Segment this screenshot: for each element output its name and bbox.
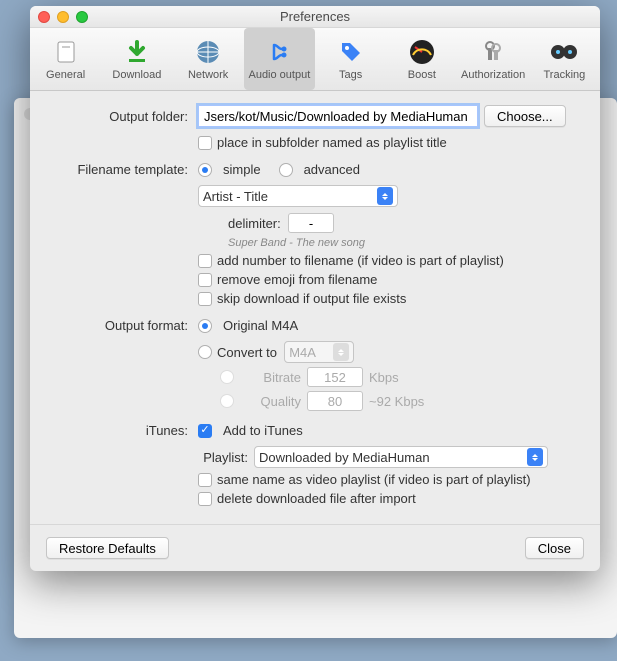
itunes-label: iTunes: xyxy=(48,423,198,438)
format-original-radio[interactable] xyxy=(198,319,212,333)
remove-emoji-label: remove emoji from filename xyxy=(217,272,377,287)
playlist-label: Playlist: xyxy=(198,450,248,465)
output-format-label: Output format: xyxy=(48,318,198,333)
template-example: Super Band - The new song xyxy=(228,237,365,249)
tab-tags[interactable]: Tags xyxy=(315,28,386,90)
general-icon xyxy=(51,37,81,67)
tab-authorization[interactable]: Authorization xyxy=(458,28,529,90)
playlist-value: Downloaded by MediaHuman xyxy=(259,450,521,465)
template-pattern-value: Artist - Title xyxy=(203,189,371,204)
authorization-icon xyxy=(478,37,508,67)
format-convert-label: Convert to xyxy=(217,345,277,360)
add-number-checkbox[interactable] xyxy=(198,254,212,268)
chevron-updown-icon xyxy=(333,343,349,361)
format-original-label: Original M4A xyxy=(223,318,298,333)
bitrate-label: Bitrate xyxy=(245,370,301,385)
window-title: Preferences xyxy=(30,9,600,24)
tab-general[interactable]: General xyxy=(30,28,101,90)
tab-label: Authorization xyxy=(461,69,525,81)
tab-network[interactable]: Network xyxy=(173,28,244,90)
delimiter-label: delimiter: xyxy=(228,216,281,231)
chevron-updown-icon xyxy=(527,448,543,466)
tab-download[interactable]: Download xyxy=(101,28,172,90)
remove-emoji-checkbox[interactable] xyxy=(198,273,212,287)
quality-est: ~92 Kbps xyxy=(369,394,424,409)
playlist-select[interactable]: Downloaded by MediaHuman xyxy=(254,446,548,468)
button-bar: Restore Defaults Close xyxy=(30,524,600,571)
template-advanced-label: advanced xyxy=(304,162,360,177)
add-number-label: add number to filename (if video is part… xyxy=(217,253,504,268)
tags-icon xyxy=(336,37,366,67)
boost-icon xyxy=(407,37,437,67)
chevron-updown-icon xyxy=(377,187,393,205)
minimize-window-button[interactable] xyxy=(57,11,69,23)
template-simple-radio[interactable] xyxy=(198,163,212,177)
add-to-itunes-checkbox[interactable] xyxy=(198,424,212,438)
delete-after-label: delete downloaded file after import xyxy=(217,491,416,506)
tab-boost[interactable]: Boost xyxy=(386,28,457,90)
convert-format-select[interactable]: M4A xyxy=(284,341,354,363)
tracking-icon xyxy=(549,37,579,67)
titlebar: Preferences xyxy=(30,6,600,28)
template-advanced-radio[interactable] xyxy=(279,163,293,177)
skip-exists-label: skip download if output file exists xyxy=(217,291,406,306)
close-window-button[interactable] xyxy=(38,11,50,23)
tab-label: Tags xyxy=(339,69,362,81)
bitrate-unit: Kbps xyxy=(369,370,399,385)
quality-radio[interactable] xyxy=(220,394,234,408)
zoom-window-button[interactable] xyxy=(76,11,88,23)
preferences-toolbar: General Download Network Audio output Ta… xyxy=(30,28,600,91)
template-simple-label: simple xyxy=(223,162,261,177)
audio-output-icon xyxy=(264,37,294,67)
quality-label: Quality xyxy=(245,394,301,409)
convert-format-value: M4A xyxy=(289,345,327,360)
delimiter-input[interactable] xyxy=(288,213,334,233)
tab-label: Audio output xyxy=(248,69,310,81)
restore-defaults-button[interactable]: Restore Defaults xyxy=(46,537,169,559)
tab-label: Download xyxy=(112,69,161,81)
same-name-label: same name as video playlist (if video is… xyxy=(217,472,531,487)
output-folder-input[interactable] xyxy=(198,105,478,127)
output-folder-label: Output folder: xyxy=(48,109,198,124)
close-button[interactable]: Close xyxy=(525,537,584,559)
download-icon xyxy=(122,37,152,67)
same-name-checkbox[interactable] xyxy=(198,473,212,487)
network-icon xyxy=(193,37,223,67)
skip-exists-checkbox[interactable] xyxy=(198,292,212,306)
format-convert-radio[interactable] xyxy=(198,345,212,359)
add-to-itunes-label: Add to iTunes xyxy=(223,423,303,438)
tab-tracking[interactable]: Tracking xyxy=(529,28,600,90)
delete-after-checkbox[interactable] xyxy=(198,492,212,506)
choose-folder-button[interactable]: Choose... xyxy=(484,105,566,127)
tab-label: General xyxy=(46,69,85,81)
content-pane: Output folder: Choose... place in subfol… xyxy=(30,91,600,524)
filename-template-label: Filename template: xyxy=(48,162,198,177)
bitrate-input[interactable] xyxy=(307,367,363,387)
subfolder-checkbox[interactable] xyxy=(198,136,212,150)
template-pattern-select[interactable]: Artist - Title xyxy=(198,185,398,207)
tab-label: Tracking xyxy=(543,69,585,81)
quality-input[interactable] xyxy=(307,391,363,411)
tab-audio-output[interactable]: Audio output xyxy=(244,28,315,90)
subfolder-label: place in subfolder named as playlist tit… xyxy=(217,135,447,150)
bitrate-radio[interactable] xyxy=(220,370,234,384)
preferences-window: Preferences General Download Network Aud… xyxy=(30,6,600,571)
tab-label: Boost xyxy=(408,69,436,81)
tab-label: Network xyxy=(188,69,228,81)
